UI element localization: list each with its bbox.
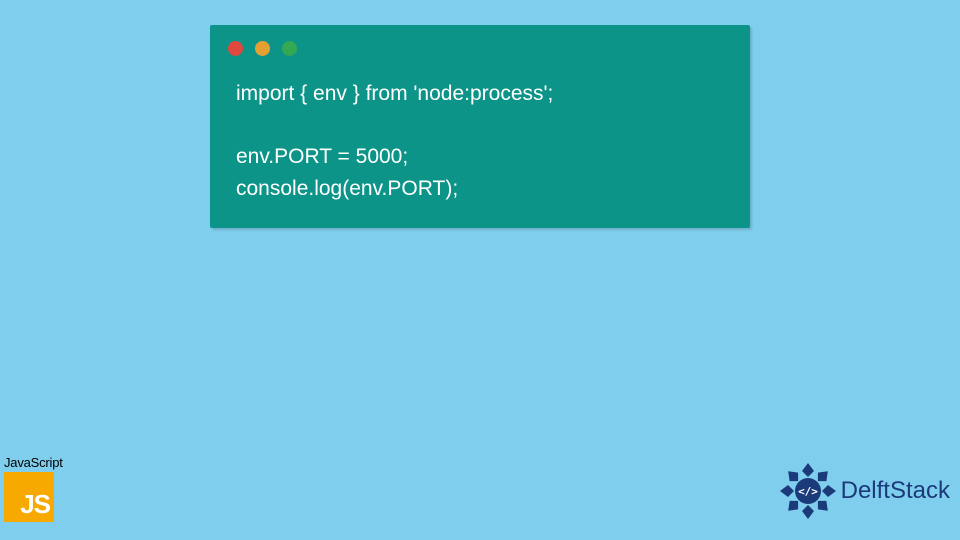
svg-text:</>: </> [798, 485, 818, 498]
window-controls [210, 25, 750, 70]
delftstack-logo: </> DelftStack [777, 460, 950, 522]
delftstack-emblem-icon: </> [777, 460, 839, 522]
javascript-logo-text: JS [20, 489, 50, 520]
close-icon [228, 41, 243, 56]
delftstack-text: DelftStack [841, 477, 950, 505]
javascript-label: JavaScript [4, 455, 63, 470]
maximize-icon [282, 41, 297, 56]
javascript-logo-icon: JS [4, 472, 54, 522]
code-window: import { env } from 'node:process'; env.… [210, 25, 750, 228]
code-line-3: console.log(env.PORT); [236, 173, 724, 205]
code-line-1: import { env } from 'node:process'; [236, 78, 724, 110]
code-line-2: env.PORT = 5000; [236, 141, 724, 173]
javascript-badge: JavaScript JS [4, 455, 63, 522]
code-body: import { env } from 'node:process'; env.… [210, 70, 750, 204]
code-blank-line [236, 110, 724, 142]
minimize-icon [255, 41, 270, 56]
